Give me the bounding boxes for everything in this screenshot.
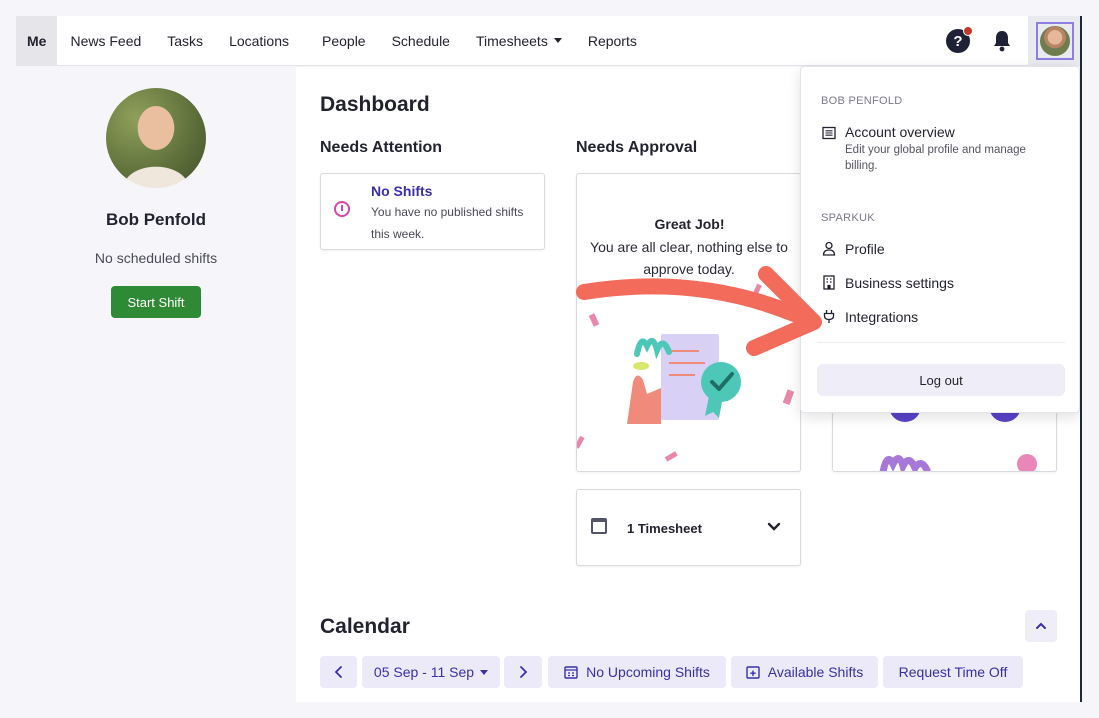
nav-item-timesheets[interactable]: Timesheets [463,16,575,66]
chevron-right-icon [520,666,528,678]
business-settings-item[interactable]: Business settings [821,275,954,291]
nav-item-label: Timesheets [475,32,548,49]
profile-sidebar: Bob Penfold No scheduled shifts Start Sh… [16,67,296,702]
bell-icon[interactable] [990,29,1014,53]
notification-dot [963,26,973,36]
calendar-add-icon [746,666,760,679]
user-dropdown-menu: BOB PENFOLD Account overview Edit your g… [800,66,1080,413]
business-settings-label: Business settings [845,275,954,291]
account-overview-desc: Edit your global profile and manage bill… [845,144,1026,172]
nav-item-reports[interactable]: Reports [575,16,650,66]
account-overview-text: Account overview Edit your global profil… [845,124,1050,174]
nav-item-label: Locations [229,32,289,49]
no-shifts-title: No Shifts [371,183,433,199]
nav-item-label: Me [27,32,47,49]
date-range-dropdown[interactable]: 05 Sep - 11 Sep [362,656,500,688]
nav-item-label: Schedule [391,32,450,49]
timesheet-label: 1 Timesheet [627,521,702,536]
nav-item-tasks[interactable]: Tasks [154,16,216,66]
chevron-left-icon [334,666,342,678]
available-shifts-label: Available Shifts [767,664,864,680]
available-shifts-button[interactable]: Available Shifts [731,656,878,688]
nav-item-locations[interactable]: Locations [216,16,309,66]
menu-divider [817,342,1065,343]
needs-approval-heading: Needs Approval [576,139,698,156]
integrations-item[interactable]: Integrations [821,309,918,325]
chevron-up-icon [1036,622,1046,629]
list-icon [821,124,837,140]
nav-item-people[interactable]: People [309,16,379,66]
upcoming-shifts-label: No Upcoming Shifts [586,664,710,680]
integrations-label: Integrations [845,309,919,325]
nav-item-schedule[interactable]: Schedule [379,16,463,66]
profile-item[interactable]: Profile [821,241,885,257]
question-icon[interactable]: ? [946,26,973,53]
no-shifts-desc: You have no published shifts this week. [371,205,524,241]
plug-icon [821,309,837,324]
calendar-grid-icon [564,666,578,679]
date-range-label: 05 Sep - 11 Sep [373,664,475,680]
nav-right: ? [946,16,1080,66]
clock-icon [334,201,350,217]
log-out-button[interactable]: Log out [817,364,1065,396]
building-icon [821,275,837,290]
collapse-calendar-button[interactable] [1025,610,1057,642]
approval-card: Great Job! You are all clear, nothing el… [576,173,801,472]
approval-illustration [577,283,795,462]
start-shift-button[interactable]: Start Shift [111,286,201,318]
account-overview-title: Account overview [845,124,955,140]
user-section-label: BOB PENFOLD [821,95,903,107]
chevron-down-icon [480,669,489,675]
page-title: Dashboard [320,93,430,116]
nav-item-label: Reports [587,32,637,49]
chevron-down-icon [553,38,562,43]
nav-item-label: Tasks [167,32,204,49]
no-shifts-card[interactable]: No Shifts You have no published shifts t… [320,173,545,250]
next-week-button[interactable] [504,656,542,688]
nav-item-me[interactable]: Me [16,16,58,66]
user-menu-button[interactable] [1028,16,1080,66]
calendar-heading: Calendar [320,615,410,638]
prev-week-button[interactable] [320,656,357,688]
avatar [1040,26,1070,56]
nav-item-label: People [322,32,366,49]
shift-offers-card [832,407,1057,472]
app-frame: Me News Feed Tasks Locations People Sche… [16,16,1082,702]
avatar-frame [1036,22,1074,60]
chevron-down-icon[interactable] [766,518,782,534]
nav-item-label: News Feed [70,32,142,49]
calendar-icon [591,518,607,534]
needs-attention-heading: Needs Attention [320,139,443,156]
timesheet-card[interactable]: 1 Timesheet [576,489,801,566]
org-section-label: SPARKUK [821,212,875,224]
upcoming-shifts-button[interactable]: No Upcoming Shifts [548,656,726,688]
nav-item-news-feed[interactable]: News Feed [57,16,154,66]
request-time-off-button[interactable]: Request Time Off [883,656,1023,688]
profile-label: Profile [845,241,885,257]
offers-illustration [879,408,1037,471]
shift-status: No scheduled shifts [94,250,218,266]
user-icon [821,241,837,256]
account-overview-item[interactable]: Account overview Edit your global profil… [821,124,1050,174]
user-name: Bob Penfold [105,210,207,229]
profile-avatar [106,88,206,188]
top-nav: Me News Feed Tasks Locations People Sche… [16,16,1080,66]
